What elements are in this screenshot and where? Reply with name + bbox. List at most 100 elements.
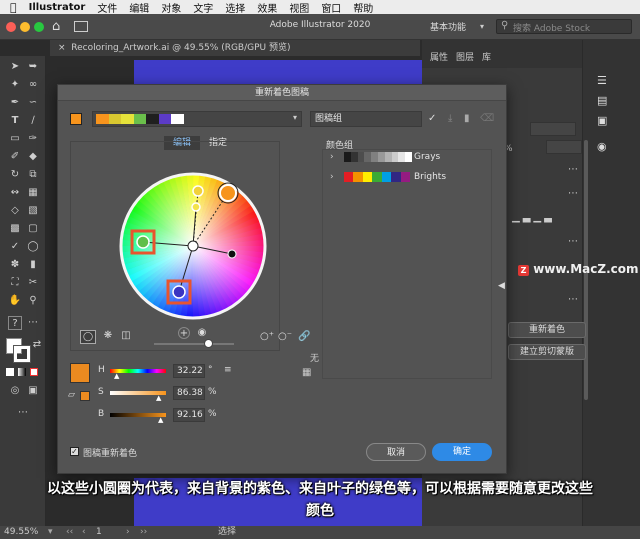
color-marker-green[interactable] bbox=[136, 235, 150, 249]
ok-button[interactable]: 确定 bbox=[432, 443, 492, 461]
slice-tool-icon[interactable]: ✂ bbox=[26, 276, 40, 290]
toolbar-menu-icon[interactable]: ⋯ bbox=[26, 316, 40, 330]
menu-view[interactable]: 视图 bbox=[289, 0, 309, 15]
swap-colors-icon[interactable]: ⇄ bbox=[30, 338, 44, 352]
more-options-icon-3[interactable]: ⋯ bbox=[568, 236, 578, 247]
last-page-icon[interactable]: ›› bbox=[140, 526, 147, 539]
color-bars-icon[interactable]: ◫ bbox=[118, 330, 134, 344]
color-wheel[interactable] bbox=[118, 171, 268, 321]
expand-arrow-icon[interactable]: › bbox=[330, 169, 334, 185]
app-menu[interactable]: Illustrator bbox=[29, 2, 86, 13]
color-mode-swatch[interactable] bbox=[6, 368, 14, 376]
screen-mode-icon[interactable]: ▣ bbox=[26, 384, 40, 398]
none-mode-swatch[interactable] bbox=[30, 368, 38, 376]
libraries-dock-icon[interactable]: ▣ bbox=[597, 114, 611, 127]
graph-tool-icon[interactable]: ▮ bbox=[26, 258, 40, 272]
color-marker-light-yellow[interactable] bbox=[191, 202, 201, 212]
cancel-button[interactable]: 取消 bbox=[366, 443, 426, 461]
shaper-tool-icon[interactable]: ✐ bbox=[8, 150, 22, 164]
next-page-icon[interactable]: › bbox=[126, 526, 130, 539]
selected-color-preview[interactable] bbox=[70, 363, 90, 383]
expand-arrow-icon[interactable]: › bbox=[330, 149, 334, 165]
workspace-switcher[interactable]: 基本功能 bbox=[430, 20, 466, 33]
color-dock-icon[interactable]: ◉ bbox=[597, 140, 611, 153]
add-color-tool-icon[interactable]: ○⁺ bbox=[260, 331, 274, 342]
menu-effect[interactable]: 效果 bbox=[257, 0, 277, 15]
make-clipping-mask-button[interactable]: 建立剪切蒙版 bbox=[508, 344, 586, 360]
s-value-field[interactable]: 86.38 bbox=[173, 386, 205, 400]
width-tool-icon[interactable]: ↭ bbox=[8, 186, 22, 200]
segmented-wheel-icon[interactable]: ❋ bbox=[100, 330, 116, 344]
help-icon[interactable]: ? bbox=[8, 316, 22, 330]
save-group-icon[interactable]: ⤓ bbox=[448, 113, 452, 124]
delete-icon[interactable]: ⌫ bbox=[480, 113, 494, 124]
b-value-field[interactable]: 92.16 bbox=[173, 408, 205, 422]
gradient-tool-icon[interactable]: ▢ bbox=[26, 222, 40, 236]
group-name-field[interactable]: 图稿组 bbox=[310, 111, 422, 127]
direct-selection-tool-icon[interactable]: ➥ bbox=[26, 60, 40, 74]
color-group-row-brights[interactable]: › Brights bbox=[326, 169, 496, 185]
menu-help[interactable]: 帮助 bbox=[353, 0, 373, 15]
menu-icon[interactable]: ≡ bbox=[224, 365, 232, 375]
blend-tool-icon[interactable]: ◯ bbox=[26, 240, 40, 254]
stroke-color-swatch[interactable] bbox=[13, 345, 31, 363]
document-tab[interactable]: × Recoloring_Artwork.ai @ 49.55% (RGB/GP… bbox=[50, 40, 420, 56]
magic-wand-tool-icon[interactable]: ✦ bbox=[8, 78, 22, 92]
brightness-slider-track[interactable] bbox=[154, 343, 234, 345]
close-tab-icon[interactable]: × bbox=[58, 43, 66, 53]
cube-icon[interactable]: ▱ bbox=[68, 390, 75, 400]
harmony-rules-dropdown[interactable]: ▾ bbox=[92, 111, 302, 127]
color-marker-purple[interactable] bbox=[172, 285, 186, 299]
type-tool-icon[interactable]: T bbox=[8, 114, 22, 128]
s-slider-thumb[interactable]: ▲ bbox=[156, 394, 161, 402]
color-marker-black[interactable] bbox=[227, 249, 237, 259]
more-options-icon[interactable]: ⋯ bbox=[568, 164, 578, 175]
remove-color-tool-icon[interactable]: ○⁻ bbox=[278, 331, 292, 342]
h-slider-thumb[interactable]: ▲ bbox=[114, 372, 119, 380]
tab-libraries[interactable]: 库 bbox=[482, 50, 491, 63]
show-brightness-icon[interactable]: ◉ bbox=[196, 327, 208, 339]
apple-icon[interactable]:  bbox=[10, 1, 17, 14]
chevron-down-icon[interactable]: ▾ bbox=[480, 22, 484, 31]
zoom-tool-icon[interactable]: ⚲ bbox=[26, 294, 40, 308]
layers-dock-icon[interactable]: ▤ bbox=[597, 94, 611, 107]
line-tool-icon[interactable]: ∕ bbox=[26, 114, 40, 128]
menu-file[interactable]: 文件 bbox=[97, 0, 117, 15]
hand-tool-icon[interactable]: ✋ bbox=[8, 294, 22, 308]
new-folder-icon[interactable]: ▮ bbox=[464, 113, 470, 124]
zoom-level[interactable]: 49.55% bbox=[4, 526, 38, 539]
collapse-panel-icon[interactable]: ◀ bbox=[498, 281, 505, 291]
pen-tool-icon[interactable]: ✒ bbox=[8, 96, 22, 110]
stock-search-field[interactable]: ⚲ 搜索 Adobe Stock bbox=[496, 19, 632, 34]
free-transform-tool-icon[interactable]: ▦ bbox=[26, 186, 40, 200]
recolor-button[interactable]: 重新着色 bbox=[508, 322, 586, 338]
selection-tool-icon[interactable]: ➤ bbox=[8, 60, 22, 74]
mesh-tool-icon[interactable]: ▩ bbox=[8, 222, 22, 236]
link-harmony-icon[interactable]: 🔗 bbox=[298, 331, 310, 342]
current-color-swatch[interactable] bbox=[70, 113, 82, 125]
page-number[interactable]: 1 bbox=[96, 526, 102, 539]
scale-tool-icon[interactable]: ⧉ bbox=[26, 168, 40, 182]
menu-select[interactable]: 选择 bbox=[225, 0, 245, 15]
color-marker-base-orange[interactable] bbox=[219, 184, 237, 202]
symbol-sprayer-tool-icon[interactable]: ✽ bbox=[8, 258, 22, 272]
paintbrush-tool-icon[interactable]: ✑ bbox=[26, 132, 40, 146]
color-marker-yellow[interactable] bbox=[192, 185, 204, 197]
zoom-dropdown-icon[interactable]: ▾ bbox=[48, 526, 53, 539]
artboard-tool-icon[interactable]: ⛶ bbox=[8, 276, 22, 290]
lasso-tool-icon[interactable]: ∞ bbox=[26, 78, 40, 92]
h-value-field[interactable]: 32.22 bbox=[173, 364, 205, 378]
menu-edit[interactable]: 编辑 bbox=[129, 0, 149, 15]
more-options-icon-2[interactable]: ⋯ bbox=[568, 188, 578, 199]
in-gamut-swatch[interactable] bbox=[80, 391, 90, 401]
more-options-icon-4[interactable]: ⋯ bbox=[568, 294, 578, 305]
grid-toggle-icon[interactable]: ▦ bbox=[302, 367, 311, 378]
b-slider-thumb[interactable]: ▲ bbox=[158, 416, 163, 424]
recolor-art-checkbox[interactable]: ✓ bbox=[70, 447, 79, 456]
align-icons[interactable]: ▁▃▁▃ bbox=[512, 212, 570, 226]
edit-toolbar-icon[interactable]: ⋯ bbox=[16, 406, 30, 420]
properties-dock-icon[interactable]: ☰ bbox=[597, 74, 611, 87]
percent-field[interactable] bbox=[546, 140, 582, 154]
panel-field[interactable] bbox=[530, 122, 576, 136]
prev-page-icon[interactable]: ‹ bbox=[82, 526, 86, 539]
